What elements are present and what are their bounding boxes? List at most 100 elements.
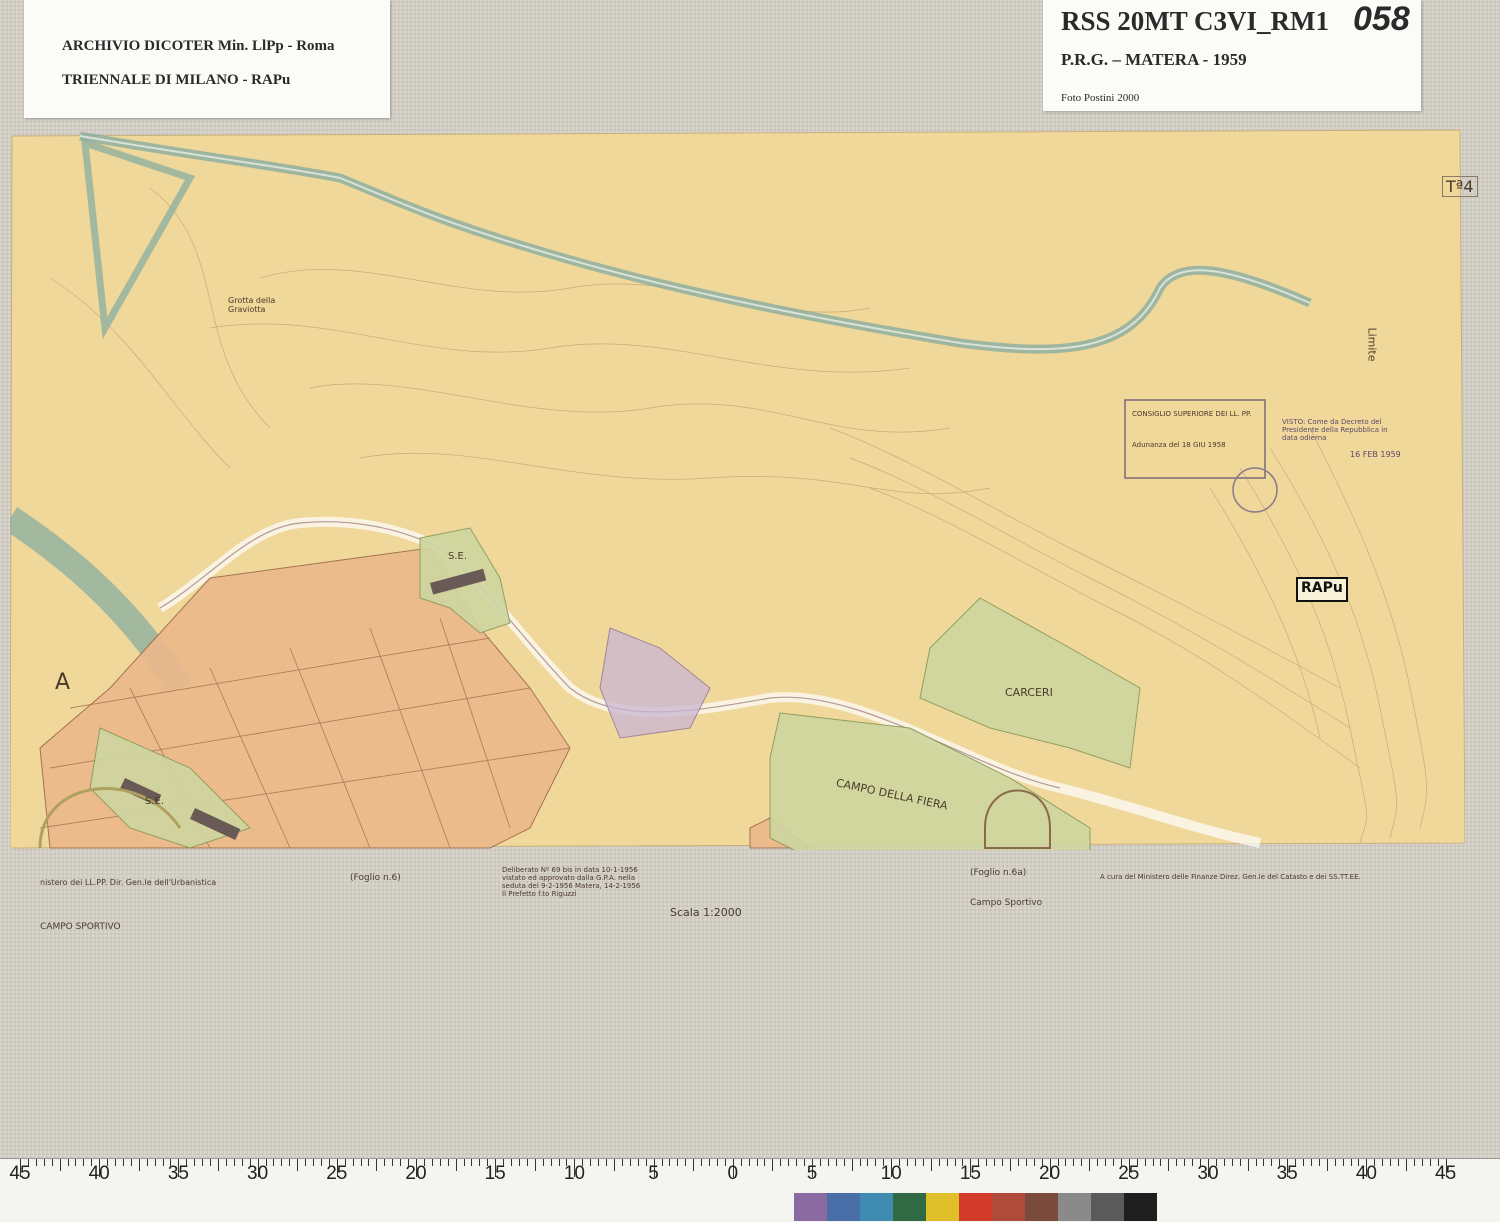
ruler-minor-tick: [503, 1159, 505, 1166]
stamp-visto-text: VISTO: Come da Decreto del Presidente de…: [1282, 418, 1388, 442]
ruler-minor-tick: [1089, 1159, 1091, 1171]
ruler-minor-tick: [621, 1159, 623, 1166]
map-drawing: [10, 129, 1465, 850]
color-swatch: [860, 1193, 893, 1221]
ruler-minor-tick: [986, 1159, 988, 1166]
ruler-minor-tick: [534, 1159, 536, 1171]
ruler-minor-tick: [867, 1159, 869, 1166]
label-carceri: CARCERI: [1005, 686, 1053, 699]
ruler-minor-tick: [930, 1159, 932, 1171]
photo-credit: Foto Postini 2000: [1061, 92, 1140, 104]
ruler-minor-tick: [233, 1159, 235, 1166]
ruler-minor-tick: [661, 1159, 663, 1166]
ruler-minor-tick: [289, 1159, 291, 1166]
ruler-minor-tick: [1295, 1159, 1297, 1166]
ruler-minor-tick: [1002, 1159, 1004, 1166]
ruler-minor-tick: [241, 1159, 243, 1166]
ruler-minor-tick: [875, 1159, 877, 1166]
ruler-minor-tick: [1010, 1159, 1011, 1171]
ruler-label: 5: [806, 1163, 818, 1184]
ruler-minor-tick: [384, 1159, 386, 1166]
record-number: 058: [1353, 0, 1410, 38]
ruler-minor-tick: [67, 1159, 69, 1166]
ruler-minor-tick: [1398, 1159, 1400, 1166]
ruler-minor-tick: [994, 1159, 996, 1166]
ruler-label: 40: [1355, 1163, 1377, 1184]
ruler-minor-tick: [1239, 1159, 1241, 1166]
ruler-minor-tick: [439, 1159, 441, 1166]
ruler-minor-tick: [400, 1159, 402, 1166]
ruler-minor-tick: [693, 1159, 695, 1171]
ruler-minor-tick: [447, 1159, 449, 1166]
ruler-minor-tick: [907, 1159, 909, 1166]
label-grotta: Grotta della Graviotta: [228, 296, 276, 314]
ruler-minor-tick: [463, 1159, 465, 1166]
footer-ministry-right: A cura del Ministero delle Finanze Direz…: [1100, 873, 1361, 881]
ruler-minor-tick: [146, 1159, 148, 1166]
ruler-minor-tick: [724, 1159, 726, 1166]
color-swatch: [794, 1193, 827, 1221]
map-sheet: Tª4 A RAPu CARCERI CAMPO DELLA FIERA S.E…: [10, 128, 1478, 932]
ruler-minor-tick: [1271, 1159, 1273, 1166]
ruler-minor-tick: [313, 1159, 315, 1166]
ruler-minor-tick: [788, 1159, 790, 1166]
ruler-minor-tick: [186, 1159, 188, 1166]
ruler-minor-tick: [1310, 1159, 1312, 1166]
ruler-label: 20: [405, 1163, 427, 1184]
ruler-minor-tick: [1105, 1159, 1107, 1166]
ruler-minor-tick: [764, 1159, 766, 1166]
ruler-minor-tick: [740, 1159, 742, 1166]
ruler-minor-tick: [194, 1159, 196, 1166]
ruler-minor-tick: [162, 1159, 164, 1166]
ruler-minor-tick: [899, 1159, 901, 1166]
ruler-minor-tick: [115, 1159, 117, 1166]
ruler-minor-tick: [1065, 1159, 1067, 1166]
archive-line-2: TRIENNALE DI MILANO - RAPu: [62, 72, 291, 88]
ruler-minor-tick: [423, 1159, 425, 1166]
ruler-label: 25: [1118, 1163, 1140, 1184]
sheet-number: Tª4: [1442, 176, 1478, 197]
ruler-minor-tick: [669, 1159, 671, 1166]
footer-foglio-left: (Foglio n.6): [350, 873, 401, 883]
ruler-minor-tick: [1176, 1159, 1178, 1166]
color-swatch: [1091, 1193, 1124, 1221]
ruler-minor-tick: [1421, 1159, 1423, 1166]
ruler-minor-tick: [526, 1159, 528, 1166]
ruler-minor-tick: [946, 1159, 948, 1166]
ruler-minor-tick: [1350, 1159, 1352, 1166]
ruler-minor-tick: [75, 1159, 77, 1166]
ruler-minor-tick: [83, 1159, 85, 1166]
ruler-minor-tick: [1326, 1159, 1328, 1171]
ruler-label: 40: [88, 1163, 110, 1184]
record-label-card: RSS 20MT C3VI_RM1 058 P.R.G. – MATERA - …: [1043, 0, 1421, 111]
footer-scale: Scala 1:2000: [670, 906, 742, 919]
ruler-minor-tick: [511, 1159, 513, 1166]
letter-label: A: [55, 670, 71, 695]
color-swatch: [959, 1193, 992, 1221]
ruler-minor-tick: [835, 1159, 837, 1166]
ruler-minor-tick: [431, 1159, 433, 1166]
ruler-minor-tick: [542, 1159, 544, 1166]
ruler-minor-tick: [1263, 1159, 1265, 1166]
measurement-ruler: 45 40 35 30 25 20 15 10 5 0 5 10 15 20 25 30 35 40 45: [0, 1158, 1500, 1222]
ruler-minor-tick: [558, 1159, 560, 1166]
ruler-minor-tick: [614, 1159, 615, 1171]
ruler-minor-tick: [154, 1159, 156, 1166]
ruler-minor-tick: [1231, 1159, 1233, 1166]
ruler-minor-tick: [59, 1159, 61, 1171]
ruler-minor-tick: [796, 1159, 798, 1166]
ruler-minor-tick: [35, 1159, 37, 1166]
ruler-minor-tick: [1247, 1159, 1249, 1171]
ruler-minor-tick: [780, 1159, 782, 1166]
label-campo-sportivo: Campo Sportivo: [970, 898, 1043, 908]
label-se-left: S.E.: [145, 796, 165, 807]
ruler-label: 5: [648, 1163, 659, 1184]
record-subtitle: P.R.G. – MATERA - 1959: [1061, 50, 1247, 69]
ruler-minor-tick: [859, 1159, 861, 1166]
archive-label-card: ARCHIVIO DICOTER Min. LlPp - Roma TRIENN…: [24, 0, 390, 118]
color-swatch: [893, 1193, 926, 1221]
ruler-minor-tick: [1318, 1159, 1320, 1166]
ruler-label: 10: [880, 1163, 902, 1184]
ruler-label: 25: [326, 1163, 348, 1184]
ruler-label: 35: [167, 1163, 189, 1184]
